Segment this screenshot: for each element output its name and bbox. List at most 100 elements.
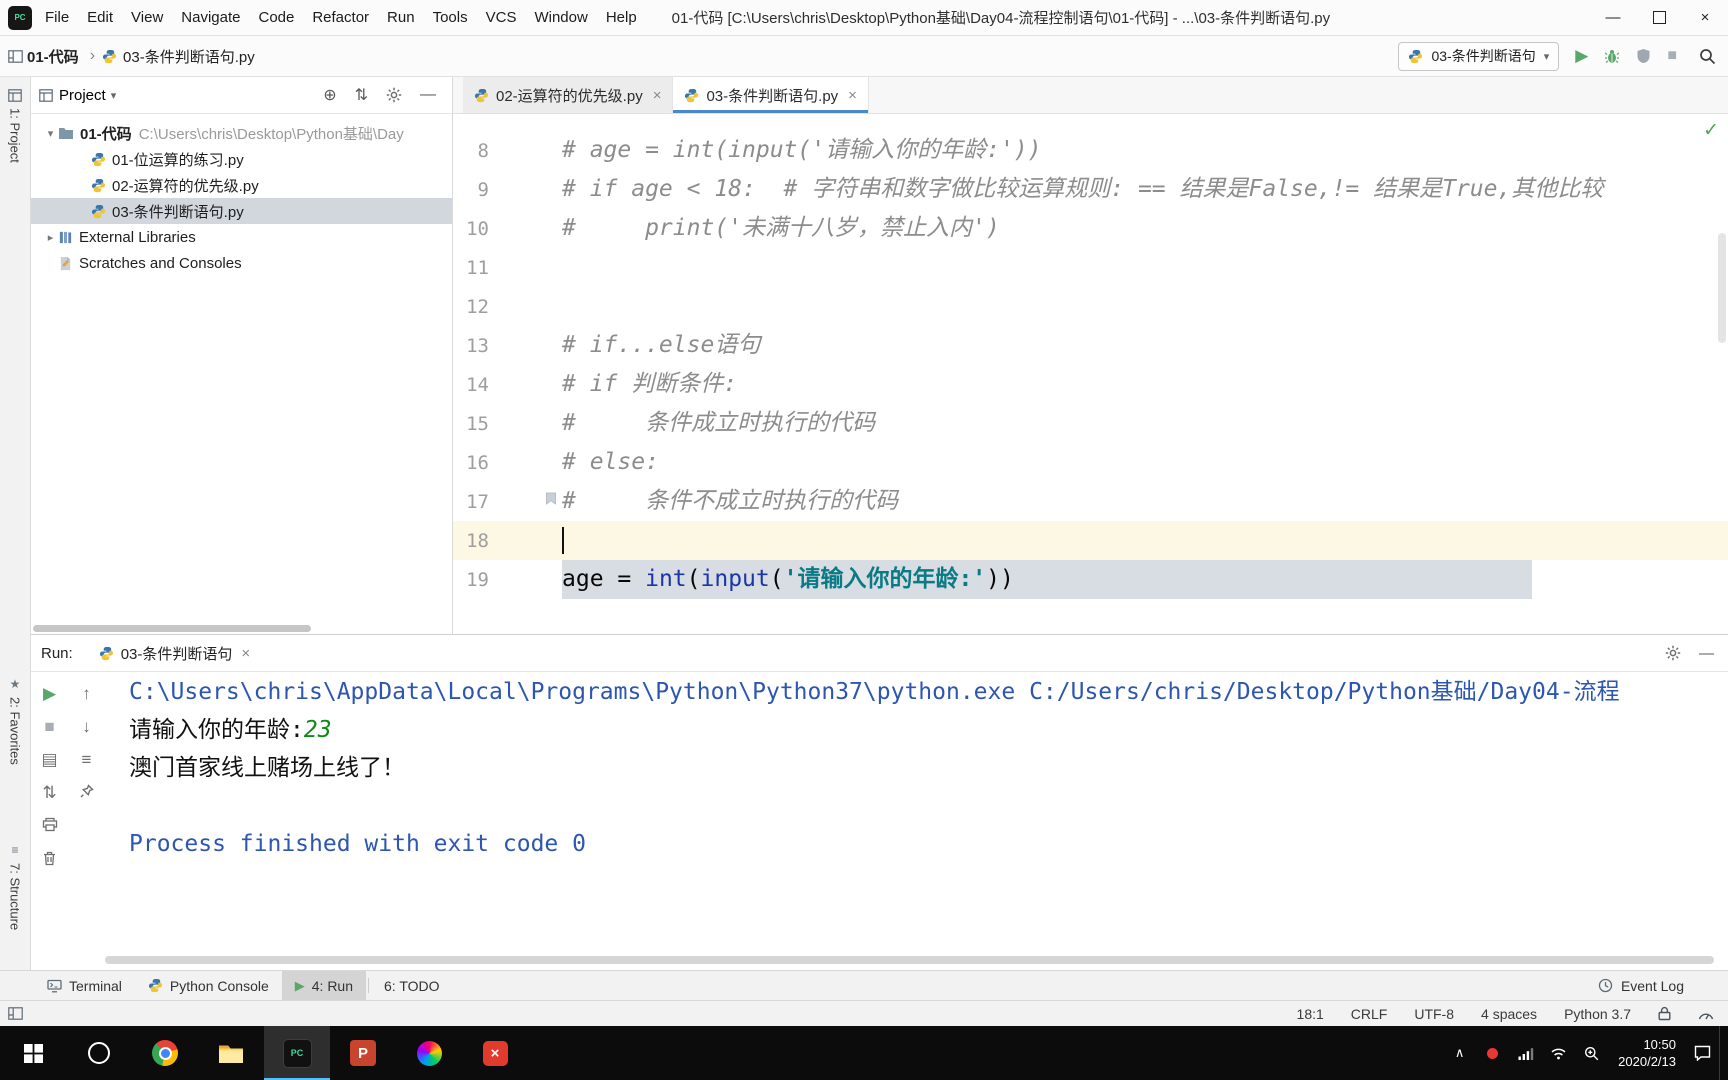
status-item[interactable]: UTF-8 xyxy=(1414,1006,1454,1022)
editor-line[interactable]: 16 # else: xyxy=(453,443,1728,482)
code-line[interactable]: # print('未满十八岁，禁止入内') xyxy=(535,209,1728,248)
run-tab[interactable]: 03-条件判断语句 × xyxy=(99,643,250,664)
breadcrumb-project[interactable]: 01-代码 xyxy=(27,46,79,67)
menu-navigate[interactable]: Navigate xyxy=(172,0,249,35)
gutter-line-number[interactable]: 19 xyxy=(453,569,535,591)
editor-line[interactable]: 14 # if 判断条件: xyxy=(453,365,1728,404)
hide-panel-icon[interactable]: — xyxy=(420,86,436,104)
project-panel-title[interactable]: Project xyxy=(59,87,106,104)
editor-line[interactable]: 18 xyxy=(453,521,1728,560)
console-output[interactable]: C:\Users\chris\AppData\Local\Programs\Py… xyxy=(105,671,1728,970)
editor-line[interactable]: 8 # age = int(input('请输入你的年龄:')) xyxy=(453,131,1728,170)
clear-all-icon[interactable] xyxy=(43,851,56,869)
editor-line[interactable]: 12 xyxy=(453,287,1728,326)
locate-file-icon[interactable]: ⊕ xyxy=(323,85,336,105)
rerun-icon[interactable]: ▶ xyxy=(43,685,56,702)
scroll-to-end-icon[interactable]: ⇅ xyxy=(42,784,56,801)
code-line[interactable]: age = int(input('请输入你的年龄:')) xyxy=(535,560,1728,599)
editor-line[interactable]: 19 age = int(input('请输入你的年龄:')) xyxy=(453,560,1728,599)
status-item[interactable]: Python 3.7 xyxy=(1564,1006,1631,1022)
up-stack-trace-icon[interactable]: ↑ xyxy=(82,685,91,702)
coverage-button[interactable] xyxy=(1636,48,1651,64)
stripe-button-structure[interactable]: ≡ 7: Structure xyxy=(0,843,30,930)
close-button[interactable]: × xyxy=(1682,0,1728,35)
gutter-line-number[interactable]: 15 xyxy=(453,413,535,435)
gutter-line-number[interactable]: 16 xyxy=(453,452,535,474)
gutter-line-number[interactable]: 18 xyxy=(453,530,535,552)
code-line[interactable]: # 条件不成立时执行的代码 xyxy=(535,482,1728,521)
stripe-button-project[interactable]: 1: Project xyxy=(0,89,30,163)
tray-magnifier-icon[interactable] xyxy=(1575,1026,1608,1080)
gutter-line-number[interactable]: 12 xyxy=(453,296,535,318)
search-everywhere-button[interactable] xyxy=(1699,48,1716,65)
gutter-line-number[interactable]: 8 xyxy=(453,140,535,162)
tray-cellular-icon[interactable] xyxy=(1509,1026,1542,1080)
soft-wrap-icon[interactable]: ≡ xyxy=(82,751,92,768)
code-line[interactable]: # if 判断条件: xyxy=(535,365,1728,404)
tree-item[interactable]: 03-条件判断语句.py xyxy=(31,198,452,224)
toolwindow-button-4-run[interactable]: ▶ 4: Run xyxy=(281,971,366,1000)
taskbar-app-powerpoint[interactable]: P xyxy=(330,1026,396,1080)
editor-tab[interactable]: 02-运算符的优先级.py × xyxy=(463,77,674,113)
run-configuration-select[interactable]: 03-条件判断语句 ▾ xyxy=(1398,41,1560,71)
print-icon[interactable] xyxy=(42,817,58,835)
menu-refactor[interactable]: Refactor xyxy=(303,0,378,35)
hide-panel-icon[interactable]: — xyxy=(1699,645,1714,662)
menu-tools[interactable]: Tools xyxy=(424,0,477,35)
menu-edit[interactable]: Edit xyxy=(78,0,122,35)
tab-close-icon[interactable]: × xyxy=(653,87,662,104)
gutter-line-number[interactable]: 17 xyxy=(453,491,535,513)
tray-wifi-icon[interactable] xyxy=(1542,1026,1575,1080)
chevron-down-icon[interactable]: ▾ xyxy=(111,89,117,102)
tree-item[interactable]: Scratches and Consoles xyxy=(31,250,452,276)
tree-caret-icon[interactable]: ▾ xyxy=(43,127,58,140)
show-desktop-button[interactable] xyxy=(1719,1026,1728,1080)
tree-item[interactable]: ▸ External Libraries xyxy=(31,224,452,250)
close-icon[interactable]: × xyxy=(241,645,250,662)
editor-line[interactable]: 9 # if age < 18: # 字符串和数字做比较运算规则: == 结果是F… xyxy=(453,170,1728,209)
tree-caret-icon[interactable]: ▸ xyxy=(43,231,58,244)
taskbar-app-colorful[interactable] xyxy=(396,1026,462,1080)
stop-button[interactable]: ■ xyxy=(1667,47,1677,65)
status-item[interactable]: CRLF xyxy=(1351,1006,1388,1022)
tab-close-icon[interactable]: × xyxy=(848,87,857,104)
editor-line[interactable]: 17 # 条件不成立时执行的代码 xyxy=(453,482,1728,521)
restore-layout-icon[interactable]: ▤ xyxy=(41,751,57,768)
memory-gauge-icon[interactable] xyxy=(1698,1007,1714,1020)
tray-recording-icon[interactable] xyxy=(1476,1026,1509,1080)
breadcrumb-file[interactable]: 03-条件判断语句.py xyxy=(123,46,255,67)
settings-gear-icon[interactable] xyxy=(1665,645,1681,661)
menu-file[interactable]: File xyxy=(36,0,78,35)
toolwindow-button-python-console[interactable]: Python Console xyxy=(135,971,282,1000)
taskbar-app-explorer[interactable] xyxy=(198,1026,264,1080)
editor-line[interactable]: 11 xyxy=(453,248,1728,287)
gutter-line-number[interactable]: 9 xyxy=(453,179,535,201)
taskbar-app-pycharm[interactable]: PC xyxy=(264,1026,330,1080)
settings-gear-icon[interactable] xyxy=(386,87,402,103)
gutter-line-number[interactable]: 10 xyxy=(453,218,535,240)
stop-icon[interactable]: ■ xyxy=(44,718,54,735)
taskbar-app-chrome[interactable] xyxy=(132,1026,198,1080)
down-stack-trace-icon[interactable]: ↓ xyxy=(82,718,91,735)
horizontal-scrollbar[interactable] xyxy=(105,956,1714,964)
editor-line[interactable]: 15 # 条件成立时执行的代码 xyxy=(453,404,1728,443)
lock-icon[interactable] xyxy=(1658,1006,1671,1021)
toolwindow-quick-access-icon[interactable] xyxy=(8,1007,23,1020)
start-button[interactable] xyxy=(0,1026,66,1080)
code-line[interactable]: # age = int(input('请输入你的年龄:')) xyxy=(535,131,1728,170)
status-item[interactable]: 4 spaces xyxy=(1481,1006,1537,1022)
tray-hidden-icons-button[interactable]: ∧ xyxy=(1443,1026,1476,1080)
menu-code[interactable]: Code xyxy=(249,0,303,35)
menu-view[interactable]: View xyxy=(122,0,172,35)
toolwindow-button-terminal[interactable]: Terminal xyxy=(34,971,135,1000)
tree-item[interactable]: ▾ 01-代码 C:\Users\chris\Desktop\Python基础\Da… xyxy=(31,120,452,146)
code-line[interactable]: # if...else语句 xyxy=(535,326,1728,365)
run-button[interactable]: ▶ xyxy=(1575,46,1588,66)
collapse-all-icon[interactable]: ⇅ xyxy=(355,85,368,105)
editor-line[interactable]: 13 # if...else语句 xyxy=(453,326,1728,365)
gutter-line-number[interactable]: 14 xyxy=(453,374,535,396)
debug-button[interactable] xyxy=(1604,48,1620,64)
taskbar-clock[interactable]: 10:50 2020/2/13 xyxy=(1608,1026,1686,1080)
menu-run[interactable]: Run xyxy=(378,0,424,35)
pin-tab-icon[interactable] xyxy=(80,784,94,801)
